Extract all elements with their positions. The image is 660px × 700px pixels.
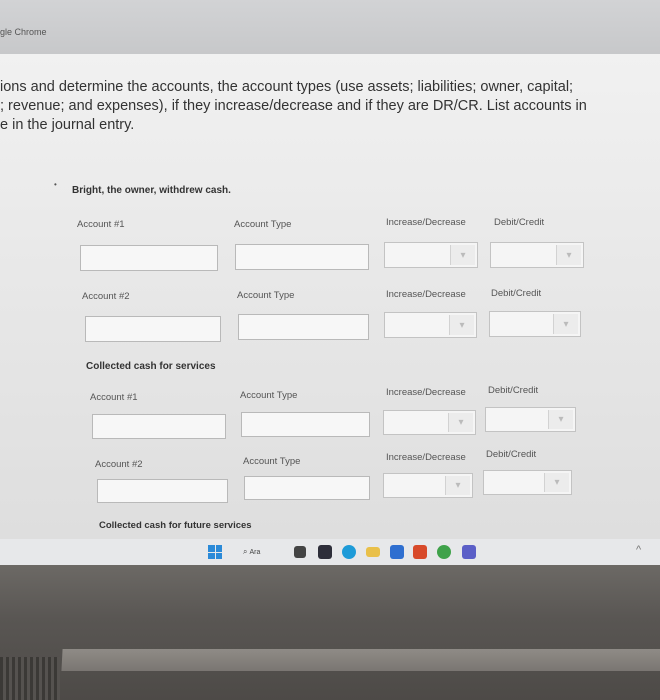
scenario-2-title: Collected cash for services	[86, 361, 216, 372]
windows-start-icon[interactable]	[208, 545, 222, 559]
taskbar-search[interactable]: ⌕ Ara	[243, 544, 283, 560]
s1-incdec1-select[interactable]: ▾	[384, 242, 478, 268]
s1-drcr2-select[interactable]: ▾	[489, 311, 581, 337]
office-icon[interactable]	[413, 545, 427, 559]
s2-account2-label: Account #2	[95, 459, 143, 470]
s1-account2-input[interactable]	[85, 316, 221, 342]
magnifier-icon: ⌕	[243, 547, 248, 556]
scenario-1-title: Bright, the owner, withdrew cash.	[72, 185, 231, 196]
laptop-keyboard-edge	[61, 649, 660, 671]
s2-account1-label: Account #1	[90, 392, 138, 403]
s1-type2-input[interactable]	[238, 314, 369, 340]
s2-incdec2-label: Increase/Decrease	[386, 452, 466, 463]
s2-type2-input[interactable]	[244, 476, 370, 500]
scenario-3-title: Collected cash for future services	[99, 520, 252, 531]
laptop-bezel	[0, 565, 660, 700]
taskbar: ⌕ Ara ^	[0, 539, 660, 565]
app-title: gle Chrome	[0, 27, 47, 37]
edge-browser-icon[interactable]	[342, 545, 356, 559]
teams-icon[interactable]	[462, 545, 476, 559]
s1-drcr2-label: Debit/Credit	[491, 288, 542, 299]
chevron-down-icon: ▾	[556, 245, 581, 265]
s1-incdec2-label: Increase/Decrease	[386, 289, 466, 300]
chevron-down-icon: ▾	[448, 413, 473, 432]
s1-type1-label: Account Type	[234, 219, 292, 230]
task-view-icon[interactable]	[294, 546, 306, 558]
s1-account1-input[interactable]	[80, 245, 218, 271]
assignment-page: ions and determine the accounts, the acc…	[0, 54, 660, 539]
chevron-down-icon: ▾	[553, 314, 578, 334]
s1-incdec1-label: Increase/Decrease	[386, 217, 466, 228]
chevron-down-icon: ▾	[544, 473, 569, 492]
chrome-icon[interactable]	[437, 545, 451, 559]
s2-account1-input[interactable]	[92, 414, 226, 439]
s1-account2-label: Account #2	[82, 291, 130, 302]
s2-account2-input[interactable]	[97, 479, 228, 503]
s2-incdec1-select[interactable]: ▾	[383, 410, 476, 435]
speaker-grille	[0, 657, 60, 700]
s1-drcr1-label: Debit/Credit	[494, 217, 545, 228]
chevron-down-icon: ▾	[445, 476, 470, 495]
chevron-down-icon: ▾	[548, 410, 573, 429]
s2-drcr2-select[interactable]: ▾	[483, 470, 572, 495]
s2-drcr2-label: Debit/Credit	[486, 449, 537, 460]
taskbar-search-text: Ara	[249, 549, 261, 556]
s2-type1-input[interactable]	[241, 412, 370, 437]
s1-account1-label: Account #1	[77, 219, 125, 230]
file-explorer-icon[interactable]	[366, 547, 380, 557]
s1-drcr1-select[interactable]: ▾	[490, 242, 584, 268]
s2-drcr1-label: Debit/Credit	[488, 385, 539, 396]
widgets-icon[interactable]	[318, 545, 332, 559]
s1-type1-input[interactable]	[235, 244, 369, 270]
store-icon[interactable]	[390, 545, 404, 559]
s2-drcr1-select[interactable]: ▾	[485, 407, 576, 432]
chevron-down-icon: ▾	[449, 315, 474, 335]
instructions-text: ions and determine the accounts, the acc…	[0, 79, 587, 133]
list-bullet: •	[54, 180, 57, 189]
s1-incdec2-select[interactable]: ▾	[384, 312, 477, 338]
browser-title-bar: gle Chrome	[0, 0, 660, 54]
chevron-down-icon: ▾	[450, 245, 475, 265]
tray-chevron-icon[interactable]: ^	[636, 544, 641, 556]
s2-incdec1-label: Increase/Decrease	[386, 387, 466, 398]
s1-type2-label: Account Type	[237, 290, 295, 301]
s2-type1-label: Account Type	[240, 390, 298, 401]
s2-incdec2-select[interactable]: ▾	[383, 473, 473, 498]
s2-type2-label: Account Type	[243, 456, 301, 467]
